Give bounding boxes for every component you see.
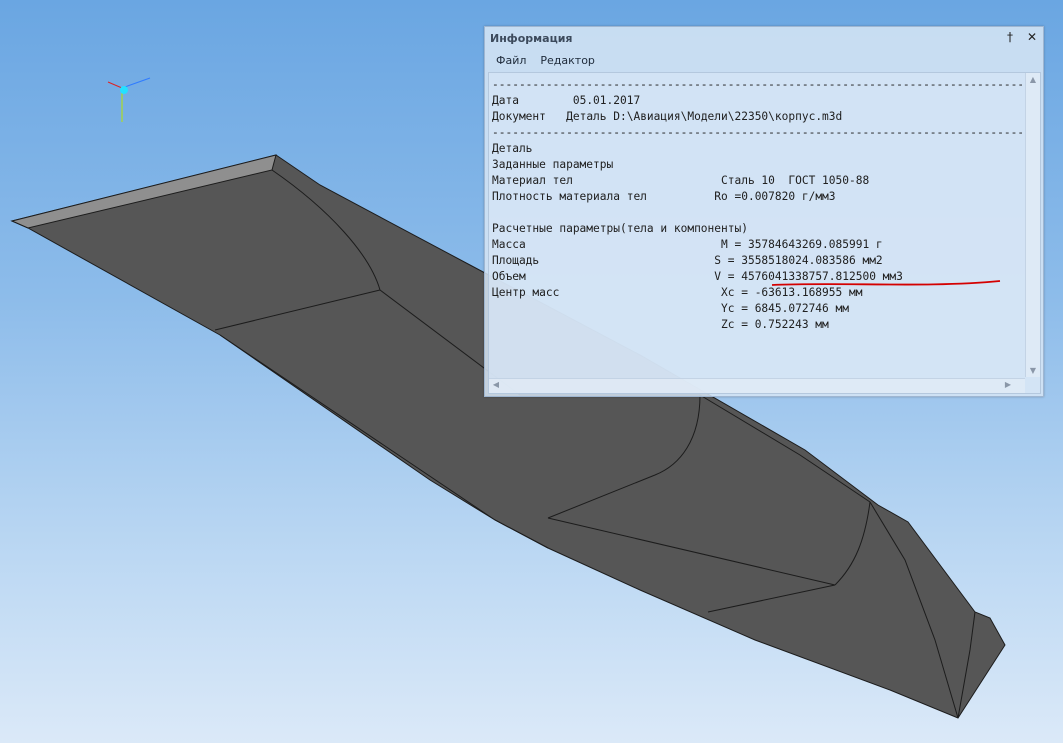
menu-file[interactable]: Файл: [496, 54, 526, 67]
scroll-up-icon[interactable]: ▲: [1028, 75, 1038, 84]
date-row: Дата 05.01.2017: [492, 93, 1022, 109]
volume-value: V = 4576041338757.812500 мм3: [714, 270, 903, 283]
material-label: Материал тел: [492, 174, 573, 187]
yc-value: Yc = 6845.072746 мм: [721, 302, 849, 315]
report-text: ----------------------------------------…: [492, 77, 1022, 373]
menu-edit[interactable]: Редактор: [540, 54, 595, 67]
density-row: Плотность материала тел Ro =0.007820 г/м…: [492, 189, 1022, 205]
area-value: S = 3558518024.083586 мм2: [714, 254, 883, 267]
info-window-titlebar[interactable]: Информация † ✕: [485, 27, 1043, 49]
menu-bar: Файл Редактор: [485, 50, 1043, 70]
center-row: Центр масс Xc = -63613.168955 мм: [492, 285, 1022, 301]
zc-row: Zc = 0.752243 мм: [492, 317, 1022, 333]
close-icon[interactable]: ✕: [1025, 30, 1039, 44]
yc-row: Yc = 6845.072746 мм: [492, 301, 1022, 317]
center-label: Центр масс: [492, 286, 560, 299]
mass-value: M = 35784643269.085991 г: [721, 238, 883, 251]
area-row: Площадь S = 3558518024.083586 мм2: [492, 253, 1022, 269]
pin-icon[interactable]: †: [1003, 30, 1017, 44]
document-value: Деталь D:\Авиация\Модели\22350\корпус.m3…: [566, 110, 843, 123]
date-value: 05.01.2017: [572, 94, 641, 107]
document-label: Документ: [492, 110, 546, 123]
density-label: Плотность материала тел: [492, 190, 647, 203]
scroll-right-icon[interactable]: ▶: [1003, 380, 1013, 389]
zc-value: Zc = 0.752243 мм: [721, 318, 829, 331]
scroll-left-icon[interactable]: ◀: [491, 380, 501, 389]
material-row: Материал тел Сталь 10 ГОСТ 1050-88: [492, 173, 1022, 189]
vertical-scrollbar[interactable]: ▲ ▼: [1025, 73, 1040, 377]
density-value: Ro =0.007820 г/мм3: [714, 190, 836, 203]
mass-label: Масса: [492, 238, 526, 251]
given-params-heading: Заданные параметры: [492, 158, 614, 171]
calc-params-heading: Расчетные параметры(тела и компоненты): [492, 222, 748, 235]
info-window[interactable]: Информация † ✕ Файл Редактор -----------…: [484, 26, 1044, 397]
report-panel[interactable]: ----------------------------------------…: [488, 72, 1041, 394]
material-value: Сталь 10 ГОСТ 1050-88: [721, 174, 870, 187]
volume-row: Объем V = 4576041338757.812500 мм3: [492, 269, 1022, 285]
scroll-down-icon[interactable]: ▼: [1028, 366, 1038, 375]
separator-line: ----------------------------------------…: [492, 126, 1022, 139]
document-row: Документ Деталь D:\Авиация\Модели\22350\…: [492, 109, 1022, 125]
date-label: Дата: [492, 94, 519, 107]
window-title: Информация: [490, 31, 573, 45]
mass-row: Масса M = 35784643269.085991 г: [492, 237, 1022, 253]
part-heading: Деталь: [492, 142, 533, 155]
horizontal-scrollbar[interactable]: ◀ ▶: [489, 378, 1025, 393]
area-label: Площадь: [492, 254, 540, 267]
separator-line: ----------------------------------------…: [492, 78, 1022, 91]
volume-label: Объем: [492, 270, 526, 283]
xc-value: Xc = -63613.168955 мм: [721, 286, 863, 299]
